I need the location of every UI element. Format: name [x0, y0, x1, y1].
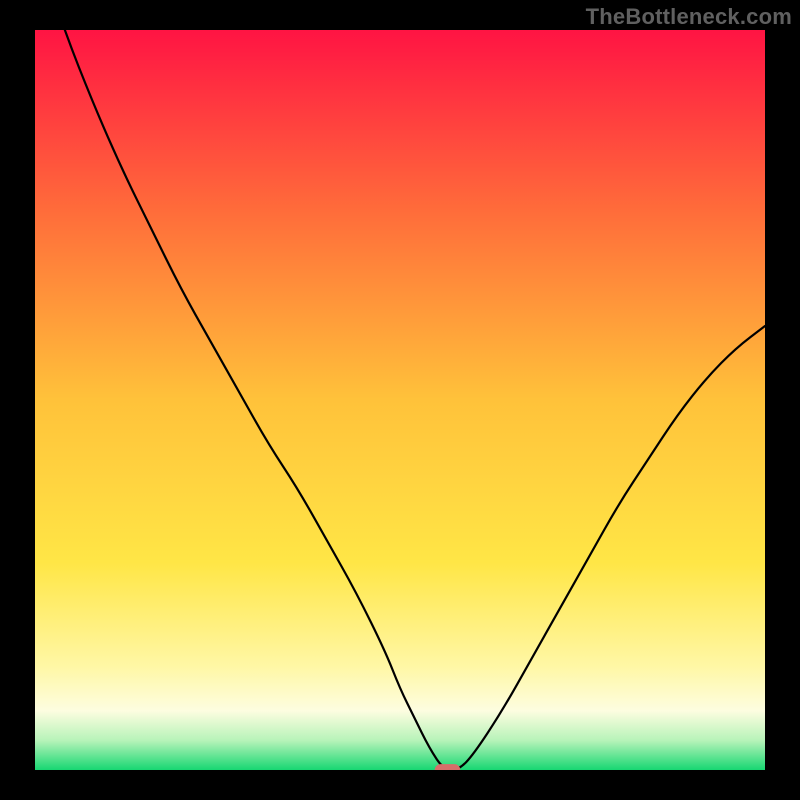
watermark-text: TheBottleneck.com [586, 4, 792, 30]
plot-background-gradient [35, 30, 765, 770]
chart-frame: TheBottleneck.com [0, 0, 800, 800]
bottleneck-chart [0, 0, 800, 800]
optimal-point-marker [435, 764, 461, 776]
